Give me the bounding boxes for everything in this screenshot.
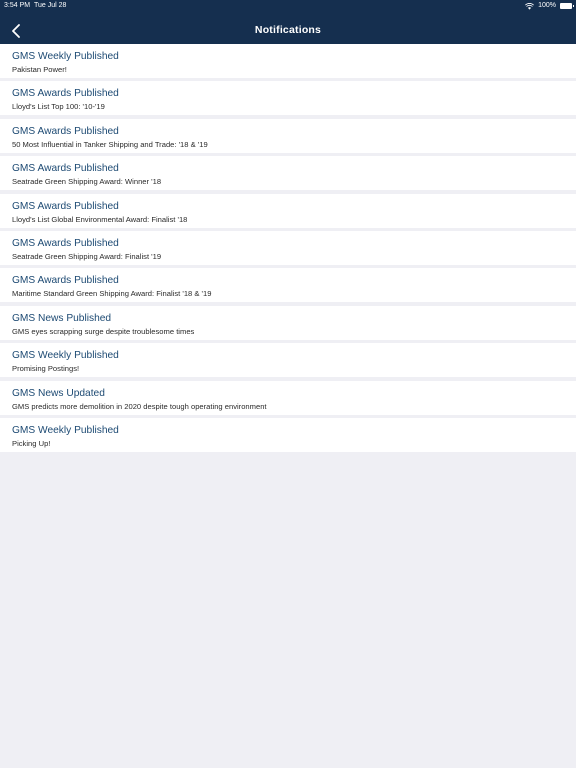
notification-item[interactable]: GMS Awards Published Lloyd's List Top 100… <box>0 81 576 116</box>
wifi-icon <box>525 2 535 10</box>
notification-title: GMS News Updated <box>12 387 105 399</box>
battery-percent: 100% <box>538 2 556 9</box>
notification-item[interactable]: GMS Awards Published Seatrade Green Shipp… <box>0 156 576 191</box>
notification-title: GMS Weekly Published <box>12 424 119 436</box>
notification-subtitle: Seatrade Green Shipping Award: Finalist … <box>12 251 162 261</box>
status-indicators: 100% <box>525 0 574 12</box>
notification-title: GMS Awards Published <box>12 163 119 175</box>
status-bar: 3:54 PM Tue Jul 28 100% <box>0 0 576 12</box>
notification-subtitle: GMS predicts more demolition in 2020 des… <box>12 401 267 411</box>
notification-subtitle: Lloyd's List Top 100: '10-'19 <box>12 102 105 112</box>
status-clock: 3:54 PM <box>4 2 31 9</box>
notification-item[interactable]: GMS Weekly Published Picking Up! <box>0 417 576 452</box>
notification-item[interactable]: GMS News Updated GMS predicts more demoli… <box>0 380 576 415</box>
page-title: Notifications <box>254 24 322 36</box>
notification-subtitle: Promising Postings! <box>12 364 80 374</box>
notification-item[interactable]: GMS News Published GMS eyes scrapping sur… <box>0 305 576 340</box>
notification-subtitle: Picking Up! <box>12 438 51 448</box>
notification-item[interactable]: GMS Weekly Published Pakistan Power! <box>0 44 576 78</box>
notification-subtitle: Maritime Standard Green Shipping Award: … <box>12 289 212 299</box>
notification-title: GMS Weekly Published <box>12 350 119 362</box>
notification-item[interactable]: GMS Awards Published Maritime Standard Gr… <box>0 268 576 303</box>
notification-subtitle: Seatrade Green Shipping Award: Winner '1… <box>12 177 162 187</box>
navigation-bar: 3:54 PM Tue Jul 28 100% Notifications <box>0 0 576 44</box>
notification-subtitle: GMS eyes scrapping surge despite trouble… <box>12 326 195 336</box>
notification-title: GMS Awards Published <box>12 200 119 212</box>
notification-list: GMS Weekly Published Pakistan Power! GMS A… <box>0 44 576 455</box>
notification-title: GMS Awards Published <box>12 275 119 287</box>
notification-subtitle: 50 Most Influential in Tanker Shipping a… <box>12 139 208 149</box>
notification-title: GMS Awards Published <box>12 237 119 249</box>
notification-item[interactable]: GMS Awards Published 50 Most Influential … <box>0 118 576 153</box>
notification-item[interactable]: GMS Weekly Published Promising Postings! <box>0 343 576 378</box>
notification-title: GMS Awards Published <box>12 88 119 100</box>
status-time: 3:54 PM Tue Jul 28 <box>4 0 66 12</box>
status-date: Tue Jul 28 <box>33 2 67 9</box>
notification-subtitle: Pakistan Power! <box>12 65 67 74</box>
notification-title: GMS Weekly Published <box>12 51 119 62</box>
notification-title: GMS News Published <box>12 312 112 324</box>
notification-item[interactable]: GMS Awards Published Seatrade Green Shipp… <box>0 230 576 265</box>
notification-subtitle: Lloyd's List Global Environmental Award:… <box>12 214 188 224</box>
notification-title: GMS Awards Published <box>12 125 119 137</box>
battery-icon <box>560 3 574 9</box>
notification-item[interactable]: GMS Awards Published Lloyd's List Global … <box>0 193 576 228</box>
